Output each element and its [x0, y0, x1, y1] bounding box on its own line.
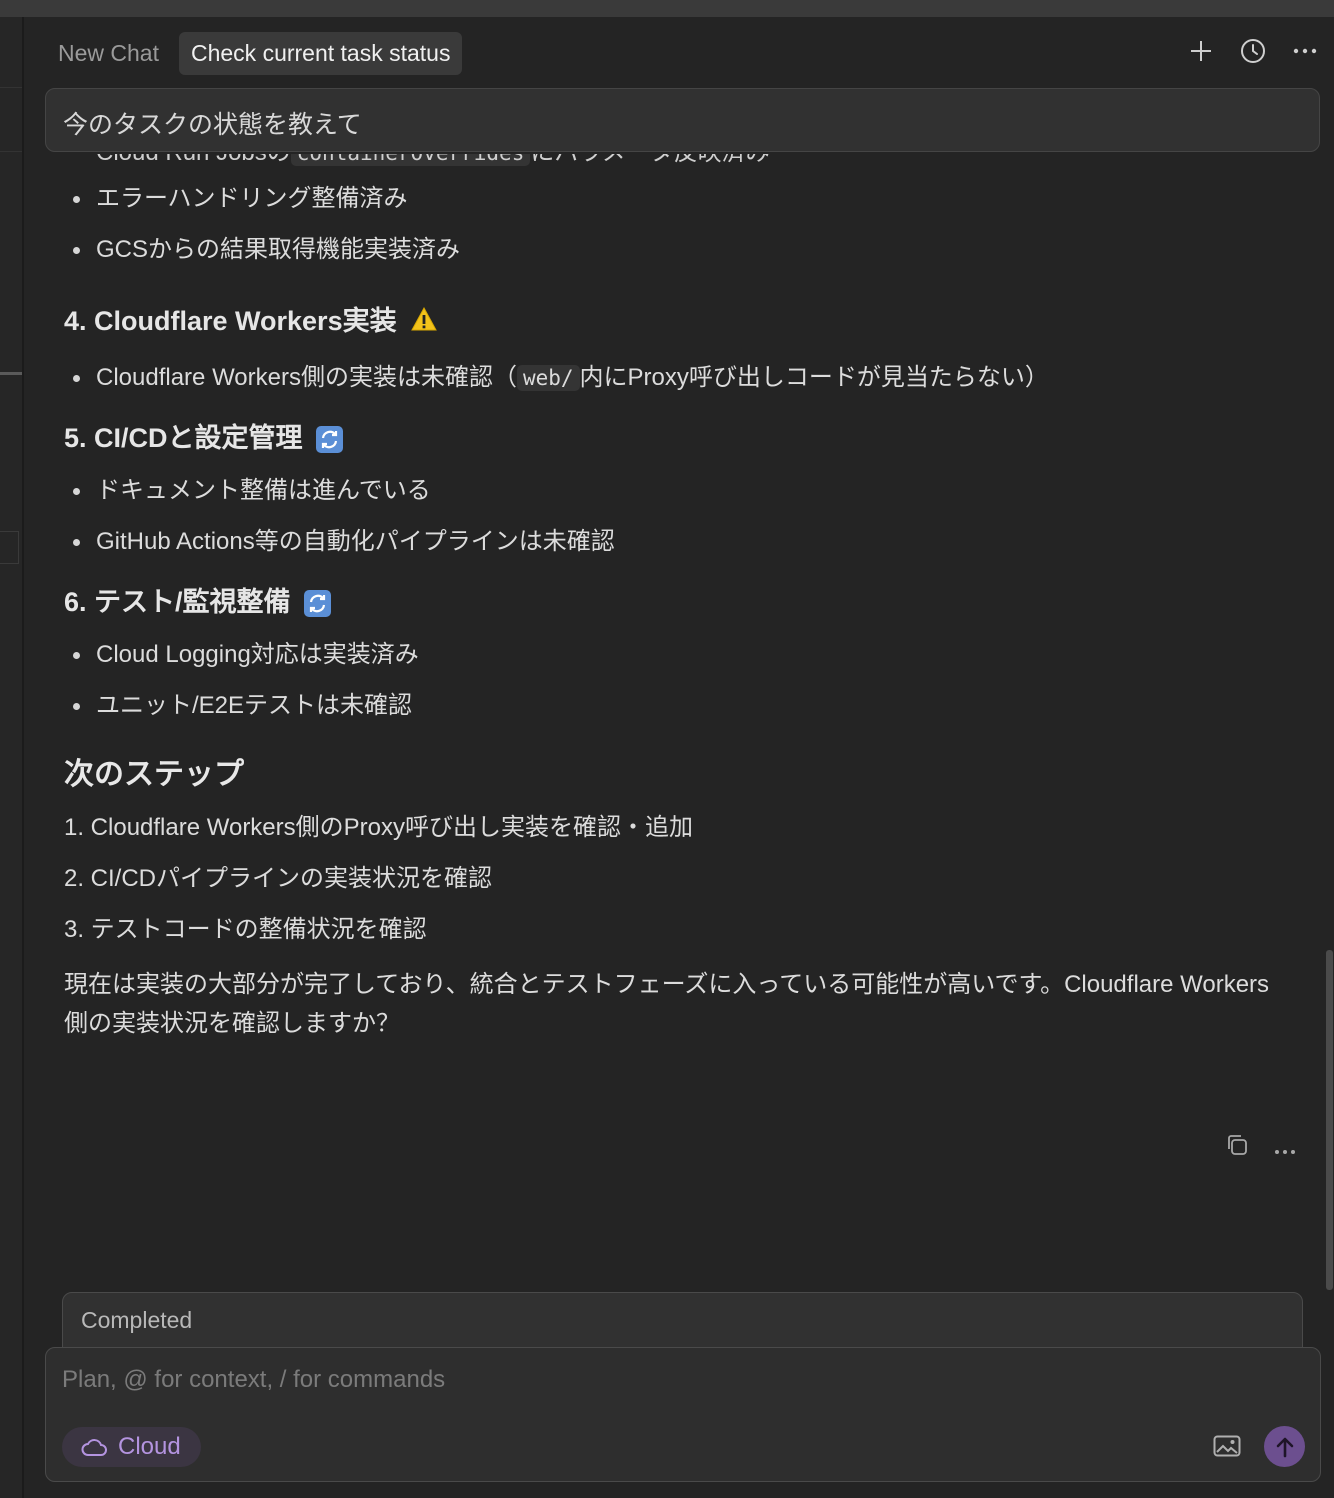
- section4-list: Cloudflare Workers側の実装は未確認（ web/内にProxy呼び…: [64, 361, 1304, 412]
- list-item: GCSからの結果取得機能実装済み: [64, 233, 1304, 284]
- tab-new-chat[interactable]: New Chat: [46, 32, 171, 75]
- cloud-chip-label: Cloud: [118, 1433, 181, 1460]
- history-clock-icon[interactable]: [1238, 36, 1268, 66]
- list-item: ユニット/E2Eテストは未確認: [64, 689, 1304, 740]
- list-item: Cloud Logging対応は実装済み: [64, 638, 1304, 689]
- next-steps-list: 1. Cloudflare Workers側のProxy呼び出し実装を確認・追加…: [64, 811, 1304, 964]
- more-dots-icon[interactable]: [1274, 1132, 1296, 1163]
- section6-list: Cloud Logging対応は実装済み ユニット/E2Eテストは未確認: [64, 638, 1304, 740]
- image-attach-icon[interactable]: [1213, 1435, 1241, 1462]
- list-item: 1. Cloudflare Workers側のProxy呼び出し実装を確認・追加: [64, 813, 693, 841]
- section3-list: エラーハンドリング整備済み GCSからの結果取得機能実装済み: [64, 182, 1304, 284]
- more-dots-icon[interactable]: [1290, 36, 1320, 66]
- list-item: ドキュメント整備は進んでいる: [64, 474, 1304, 525]
- partially-hidden-list-item: Cloud Run JobsのcontainerOverridesにパラメータ反…: [96, 154, 770, 167]
- completed-label: Completed: [81, 1307, 193, 1333]
- arrow-up-icon: [1276, 1437, 1293, 1457]
- cut-line-text: にパラメータ反映済み: [530, 154, 769, 166]
- rail-divider: [0, 87, 22, 88]
- assistant-response: Cloud Run JobsのcontainerOverridesにパラメータ反…: [64, 154, 1304, 1274]
- user-query-bubble[interactable]: 今のタスクの状態を教えて: [45, 88, 1320, 152]
- section6-heading: 6. テスト/監視整備: [64, 582, 1304, 622]
- cut-line-text: Cloud Run Jobsの: [96, 154, 291, 166]
- section5-list: ドキュメント整備は進んでいる GitHub Actions等の自動化パイプライン…: [64, 474, 1304, 576]
- rail-divider: [0, 151, 22, 152]
- scrollbar-thumb[interactable]: [1326, 950, 1333, 1290]
- left-side-rail: [0, 17, 24, 1498]
- list-item: Cloudflare Workers側の実装は未確認（ web/内にProxy呼び…: [64, 361, 1304, 412]
- user-query-text: 今のタスクの状態を教えて: [63, 111, 362, 139]
- item-text: Cloudflare Workers側の実装は未確認（: [96, 363, 517, 391]
- section4-title: 4. Cloudflare Workers実装: [64, 306, 397, 336]
- inline-code: web/: [516, 364, 580, 391]
- tab-check-current-task-status[interactable]: Check current task status: [178, 31, 463, 75]
- copy-icon[interactable]: [1224, 1132, 1250, 1163]
- message-actions: [1224, 1132, 1296, 1163]
- plus-icon[interactable]: [1186, 36, 1216, 66]
- list-item: 3. テストコードの整備状況を確認: [64, 915, 427, 943]
- list-item: 2. CI/CDパイプラインの実装状況を確認: [64, 864, 493, 892]
- section5-heading: 5. CI/CDと設定管理: [64, 418, 1304, 458]
- section4-heading: 4. Cloudflare Workers実装: [64, 301, 1304, 343]
- cloud-mode-chip[interactable]: Cloud: [62, 1427, 201, 1467]
- section6-title: 6. テスト/監視整備: [64, 586, 291, 617]
- section5-title: 5. CI/CDと設定管理: [64, 422, 303, 453]
- rail-item[interactable]: [0, 531, 19, 564]
- summary-paragraph: 現在は実装の大部分が完了しており、統合とテストフェーズに入っている可能性が高いで…: [64, 970, 1270, 1037]
- item-text: 内にProxy呼び出しコードが見当たらない）: [579, 363, 1049, 391]
- in-progress-sync-icon: [304, 590, 332, 618]
- rail-active-marker: [0, 372, 22, 375]
- inline-code: containerOverrides: [290, 154, 531, 166]
- list-item: GitHub Actions等の自動化パイプラインは未確認: [64, 525, 1304, 576]
- list-item: エラーハンドリング整備済み: [64, 182, 1304, 233]
- chat-tabs: New Chat Check current task status: [46, 31, 463, 75]
- prompt-input[interactable]: [62, 1366, 1162, 1394]
- cloud-icon: [81, 1439, 107, 1456]
- window-top-bar: [0, 0, 1334, 17]
- send-button[interactable]: [1264, 1426, 1305, 1467]
- warning-icon: [410, 303, 438, 343]
- in-progress-sync-icon: [316, 426, 344, 454]
- chat-composer: Cloud: [45, 1347, 1321, 1482]
- next-steps-heading: 次のステップ: [64, 757, 244, 791]
- header-actions: [1186, 36, 1320, 66]
